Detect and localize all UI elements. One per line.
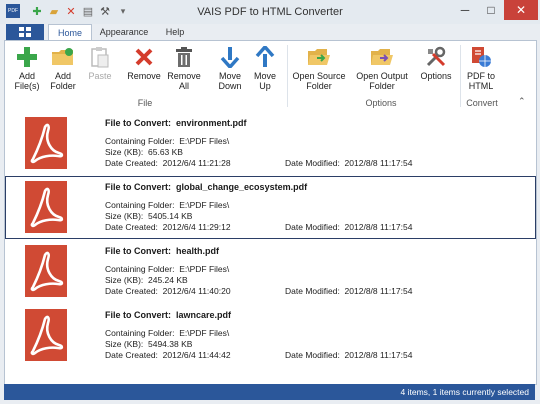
pdf-file-icon [25,245,67,297]
plus-icon [17,47,37,67]
date-created-row: Date Created: 2012/6/4 11:40:20 [105,286,231,296]
date-created-row: Date Created: 2012/6/4 11:29:12 [105,222,231,232]
move-down-button[interactable]: Move Down [213,45,247,91]
options-button[interactable]: Options [417,45,455,81]
date-modified-row: Date Modified: 2012/8/8 11:17:54 [285,222,413,232]
remove-icon [135,48,153,66]
remove-button[interactable]: Remove [125,45,163,81]
size-row: Size (KB): 245.24 KB [105,275,188,285]
file-list: File to Convert: environment.pdf Contain… [4,112,537,385]
date-modified-row: Date Modified: 2012/8/8 11:17:54 [285,350,413,360]
add-folder-icon [52,48,73,65]
file-title: File to Convert: global_change_ecosystem… [105,182,308,192]
minimize-button[interactable]: ─ [452,0,478,20]
remove-all-button[interactable]: Remove All [165,45,203,91]
open-source-folder-icon [308,49,330,65]
date-created-row: Date Created: 2012/6/4 11:44:42 [105,350,231,360]
date-created-row: Date Created: 2012/6/4 11:21:28 [105,158,231,168]
move-down-label: Move Down [218,71,242,91]
status-bar: 4 items, 1 items currently selected [4,384,535,400]
group-separator [460,45,461,107]
size-row: Size (KB): 5405.14 KB [105,211,193,221]
pdf-to-html-label: PDF to HTML [466,71,495,91]
group-label-convert: Convert [466,98,498,108]
ribbon-panel: Add File(s) Add Folder Paste Remove Remo… [4,40,537,114]
file-title: File to Convert: environment.pdf [105,118,247,128]
close-button[interactable]: ✕ [504,0,538,20]
paste-button[interactable]: Paste [83,45,117,81]
tab-appearance[interactable]: Appearance [94,24,154,40]
trash-icon [176,47,192,67]
containing-folder-row: Containing Folder: E:\PDF Files\ [105,328,230,338]
file-menu-button[interactable] [6,24,44,40]
remove-all-label: Remove All [167,71,201,91]
pdf-file-icon [25,181,67,233]
move-up-button[interactable]: Move Up [248,45,282,91]
open-source-folder-label: Open Source Folder [292,71,346,91]
tab-help[interactable]: Help [158,24,192,40]
group-label-options: Options [365,98,397,108]
group-label-file: File [137,98,153,108]
list-item[interactable]: File to Convert: environment.pdf Contain… [5,112,536,175]
arrow-up-icon [255,46,275,67]
pdf-to-html-icon [472,47,491,67]
tools-icon [426,46,446,67]
grid-icon [19,27,31,37]
options-label: Options [420,71,452,81]
open-source-folder-button[interactable]: Open Source Folder [289,45,349,91]
size-row: Size (KB): 5494.38 KB [105,339,193,349]
size-row: Size (KB): 65.63 KB [105,147,183,157]
ribbon-tabs: Home Appearance Help [0,24,540,42]
list-item-selected[interactable]: File to Convert: global_change_ecosystem… [5,176,536,239]
add-files-button[interactable]: Add File(s) [7,45,47,91]
file-title: File to Convert: lawncare.pdf [105,310,232,320]
pdf-to-html-button[interactable]: PDF to HTML [462,45,500,91]
containing-folder-row: Containing Folder: E:\PDF Files\ [105,200,230,210]
title-bar: PDF ✚ ▰ ✕ ▤ ⚒ ▾ VAIS PDF to HTML Convert… [0,0,540,24]
containing-folder-row: Containing Folder: E:\PDF Files\ [105,264,230,274]
add-folder-button[interactable]: Add Folder [43,45,83,91]
date-modified-row: Date Modified: 2012/8/8 11:17:54 [285,158,413,168]
remove-label: Remove [127,71,161,81]
move-up-label: Move Up [253,71,276,91]
open-output-folder-icon [371,49,393,65]
date-modified-row: Date Modified: 2012/8/8 11:17:54 [285,286,413,296]
file-title: File to Convert: health.pdf [105,246,220,256]
paste-icon [91,47,109,68]
list-item[interactable]: File to Convert: lawncare.pdf Containing… [5,304,536,367]
group-separator [287,45,288,107]
list-item[interactable]: File to Convert: health.pdf Containing F… [5,240,536,303]
arrow-down-icon [220,47,240,68]
open-output-folder-label: Open Output Folder [356,71,408,91]
pdf-file-icon [25,309,67,361]
open-output-folder-button[interactable]: Open Output Folder [351,45,413,91]
containing-folder-row: Containing Folder: E:\PDF Files\ [105,136,230,146]
paste-label: Paste [88,71,112,81]
maximize-button[interactable]: □ [478,0,504,20]
add-folder-label: Add Folder [50,71,76,91]
status-text: 4 items, 1 items currently selected [400,387,530,397]
add-files-label: Add File(s) [14,71,40,91]
collapse-ribbon-icon[interactable]: ⌃ [518,96,526,107]
pdf-file-icon [25,117,67,169]
